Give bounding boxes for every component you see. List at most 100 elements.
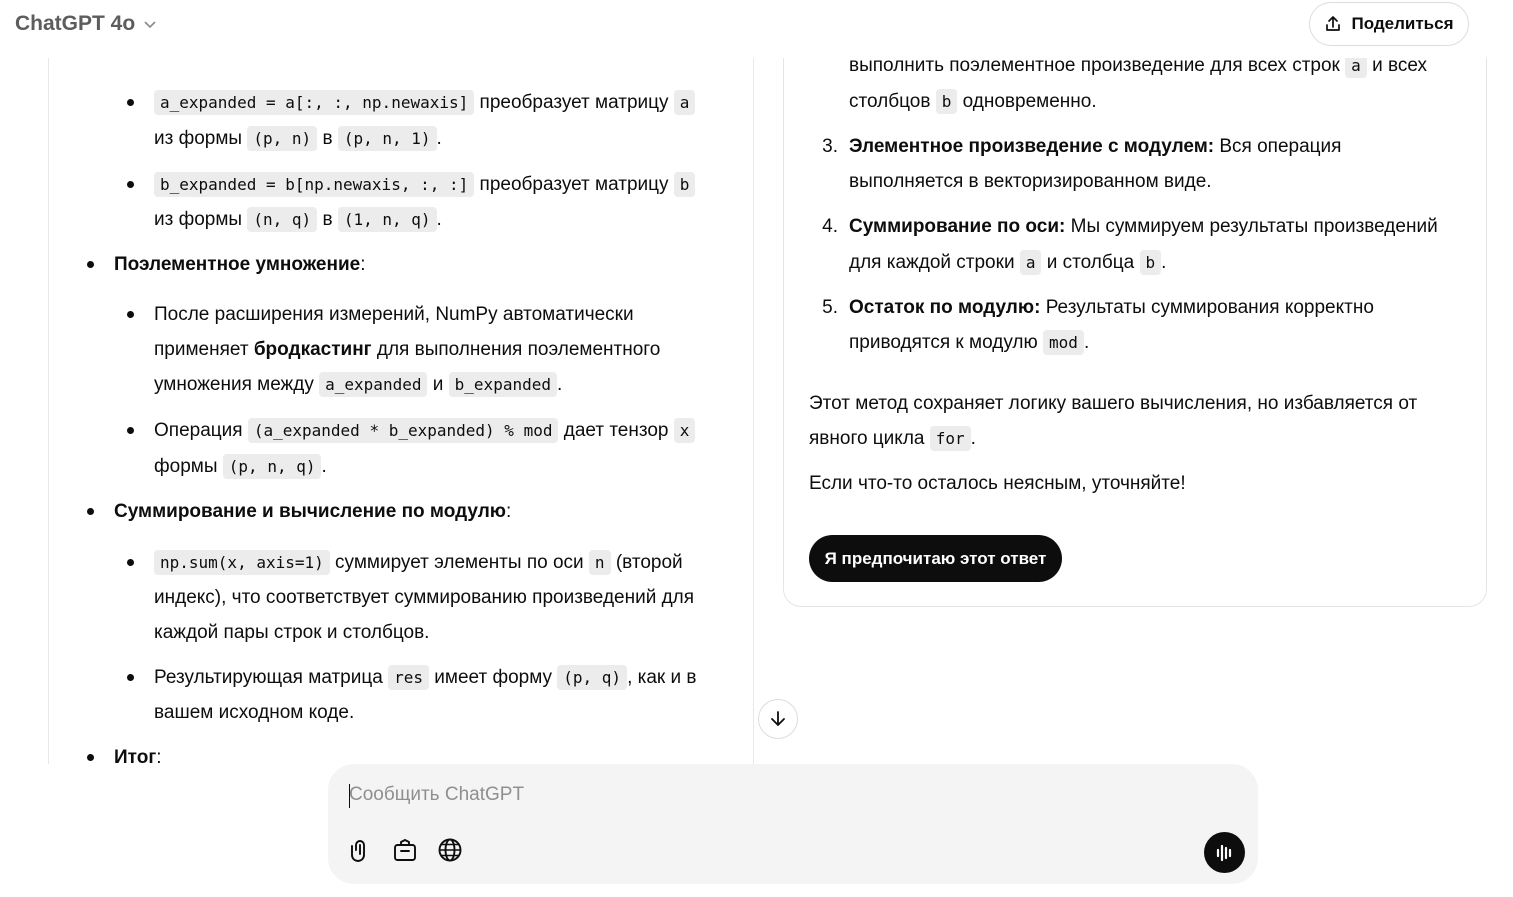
paragraph-line: Этот метод сохраняет логику вашего вычис… — [809, 393, 1418, 414]
list-number: 5. — [822, 297, 838, 318]
composer-placeholder[interactable]: Сообщить ChatGPT — [349, 784, 524, 806]
paragraph-line: столбцов b одновременно. — [849, 89, 1097, 114]
text: для выполнения поэлементного — [376, 339, 661, 360]
paperclip-icon — [351, 840, 365, 862]
code-b: b — [673, 172, 696, 197]
code: np.sum(x, axis=1) — [154, 550, 330, 575]
paragraph-line: вашем исходном коде. — [154, 702, 355, 723]
code-a-expanded: a_expanded = a[:, :, np.newaxis] — [154, 90, 475, 115]
share-button[interactable]: Поделиться — [1309, 2, 1469, 46]
text: : — [156, 747, 162, 764]
text: явного цикла — [809, 428, 925, 449]
bold-term: бродкастинг — [253, 339, 372, 360]
list-item: a_expanded = a[:, :, np.newaxis] преобра… — [154, 90, 696, 115]
bullet — [127, 674, 134, 681]
text: и столбца — [1046, 252, 1135, 273]
code: res — [388, 665, 429, 690]
text: : — [360, 254, 366, 275]
web-search-button[interactable] — [436, 836, 464, 864]
bullet — [127, 427, 134, 434]
model-name: ChatGPT 4o — [15, 12, 136, 35]
paragraph-line: Если что-то осталось неясным, уточняйте! — [809, 473, 1186, 494]
text: . — [556, 374, 563, 395]
text: приводятся к модулю — [849, 332, 1038, 353]
text: . — [970, 428, 976, 449]
text: Операция — [154, 420, 243, 441]
tools-button[interactable] — [391, 836, 419, 864]
code: a — [1019, 250, 1042, 275]
paragraph-line: Результирующая матрица res имеет форму (… — [154, 665, 697, 690]
paragraph-line: После расширения измерений, NumPy автома… — [154, 304, 634, 325]
voice-mode-button[interactable] — [1204, 832, 1245, 873]
list-item-cont: из формы (p, n) в (p, n, 1). — [154, 126, 442, 151]
text: Вся операция — [1219, 136, 1342, 157]
arrow-down-icon — [771, 711, 785, 726]
text: формы — [154, 456, 218, 477]
code: a_expanded — [319, 372, 428, 397]
heading-itog: Итог — [114, 747, 157, 764]
paragraph-line: каждой пары строк и столбцов. — [154, 622, 430, 643]
code-a: a — [673, 90, 696, 115]
code: (a_expanded * b_expanded) % mod — [247, 418, 559, 443]
text: суммирует элементы по оси — [335, 552, 584, 573]
bullet — [127, 99, 134, 106]
text: . — [1161, 252, 1167, 273]
paragraph-line: применяет бродкастинг для выполнения поэ… — [154, 338, 660, 362]
list-item: Суммирование по оси: Мы суммируем резуль… — [849, 215, 1438, 239]
bullet — [87, 508, 94, 515]
text: умножения между — [154, 374, 314, 395]
text: дает тензор — [563, 420, 669, 441]
text: . — [321, 456, 327, 477]
audio-waveform-icon — [1216, 844, 1231, 861]
code-shape: (p, n) — [247, 126, 318, 151]
code: x — [673, 418, 696, 443]
text: и всех — [1372, 55, 1427, 76]
heading-sum: Суммирование и вычисление по модулю — [114, 501, 506, 522]
section-heading: Поэлементное умножение: — [114, 253, 366, 277]
paragraph-line: явного цикла for. — [809, 426, 976, 451]
text: . — [436, 209, 442, 230]
code-shape: (n, q) — [247, 207, 318, 232]
code-shape: (1, n, q) — [337, 207, 437, 232]
code: (p, n, q) — [222, 454, 322, 479]
paragraph-line: Операция (a_expanded * b_expanded) % mod… — [154, 418, 696, 443]
share-icon — [1326, 16, 1341, 31]
paragraph-line: умножения между a_expanded и b_expanded. — [154, 372, 563, 397]
code: b_expanded — [448, 372, 557, 397]
list-item: b_expanded = b[np.newaxis, :, :] преобра… — [154, 172, 696, 197]
bold-term: Элементное произведение с модулем: — [849, 136, 1215, 157]
paragraph-line: выполняется в векторизированном виде. — [849, 171, 1212, 192]
code: n — [588, 550, 611, 575]
code-b-expanded: b_expanded = b[np.newaxis, :, :] — [154, 172, 475, 197]
text: и — [432, 374, 444, 395]
text: для каждой строки — [849, 252, 1015, 273]
model-selector[interactable]: ChatGPT 4o — [15, 12, 157, 36]
code: mod — [1043, 330, 1084, 355]
bold-term: Остаток по модулю: — [849, 297, 1041, 318]
code-shape: (p, n, 1) — [337, 126, 437, 151]
attach-button[interactable] — [346, 836, 374, 864]
list-item: Элементное произведение с модулем: Вся о… — [849, 135, 1341, 159]
bullet — [127, 559, 134, 566]
prefer-response-button[interactable]: Я предпочитаю этот ответ — [809, 535, 1062, 582]
toolbox-icon — [394, 839, 416, 861]
chevron-down-icon — [144, 21, 156, 29]
text: выполнить поэлементное произведение для … — [849, 55, 1340, 76]
section-heading: Итог: — [114, 746, 162, 764]
list-number: 3. — [822, 136, 838, 157]
text: в — [322, 128, 333, 149]
scroll-down-button[interactable] — [758, 699, 798, 739]
section-heading: Суммирование и вычисление по модулю: — [114, 500, 511, 524]
list-item-cont: из формы (n, q) в (1, n, q). — [154, 207, 442, 232]
paragraph-line: для каждой строки a и столбца b. — [849, 250, 1167, 275]
list-item: Остаток по модулю: Результаты суммирован… — [849, 296, 1374, 320]
text: Результирующая матрица — [154, 667, 383, 688]
bullet — [87, 261, 94, 268]
text: : — [506, 501, 512, 522]
text: из формы — [154, 128, 243, 149]
message-composer[interactable]: Сообщить ChatGPT — [328, 764, 1258, 884]
text: Мы суммируем результаты произведений — [1070, 216, 1438, 237]
bullet — [127, 181, 134, 188]
code: (p, q) — [557, 665, 628, 690]
top-bar: ChatGPT 4o Поделиться — [0, 0, 1513, 58]
